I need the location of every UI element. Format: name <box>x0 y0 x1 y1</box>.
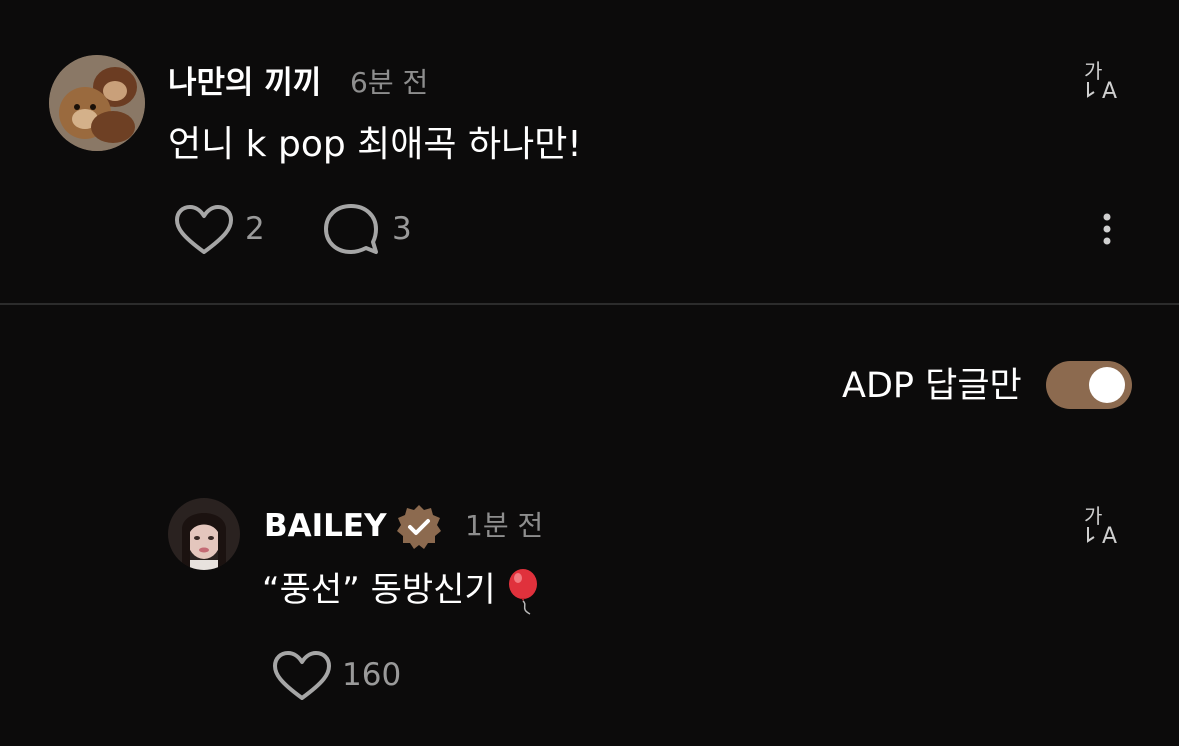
like-button[interactable] <box>172 202 236 258</box>
reply-timestamp: 1분 전 <box>465 509 544 542</box>
svg-text:A: A <box>1102 79 1117 102</box>
toggle-knob <box>1089 367 1125 403</box>
heart-icon <box>273 651 331 700</box>
heart-icon <box>175 205 233 254</box>
svg-text:가: 가 <box>1084 59 1102 83</box>
reply-text: “풍선” 동방신기 <box>262 570 496 610</box>
more-vertical-icon <box>1103 213 1111 245</box>
svg-text:A: A <box>1102 524 1117 547</box>
commenter-username[interactable]: 나만의 끼끼 <box>168 61 321 105</box>
balloon-emoji <box>506 567 544 615</box>
divider <box>0 303 1179 305</box>
filter-toggle-switch[interactable] <box>1046 361 1132 409</box>
filter-toggle-label: ADP 답글만 <box>842 366 1022 406</box>
reply-username[interactable]: BAILEY <box>264 504 387 548</box>
translate-icon[interactable]: 가 A <box>1082 503 1130 549</box>
commenter-avatar[interactable] <box>49 55 145 151</box>
reply-button[interactable] <box>320 200 382 260</box>
like-count: 2 <box>245 211 265 247</box>
speech-bubble-icon <box>324 204 378 254</box>
more-options-button[interactable] <box>1094 210 1120 250</box>
svg-text:가: 가 <box>1084 504 1102 528</box>
like-button[interactable] <box>270 648 334 704</box>
reply-count: 3 <box>392 211 412 247</box>
reply-avatar[interactable] <box>168 498 240 570</box>
verified-badge-icon <box>395 503 443 551</box>
translate-icon[interactable]: 가 A <box>1082 58 1130 104</box>
comment-text: 언니 k pop 최애곡 하나만! <box>168 124 582 165</box>
like-count: 160 <box>342 657 402 693</box>
comment-timestamp: 6분 전 <box>350 66 429 99</box>
